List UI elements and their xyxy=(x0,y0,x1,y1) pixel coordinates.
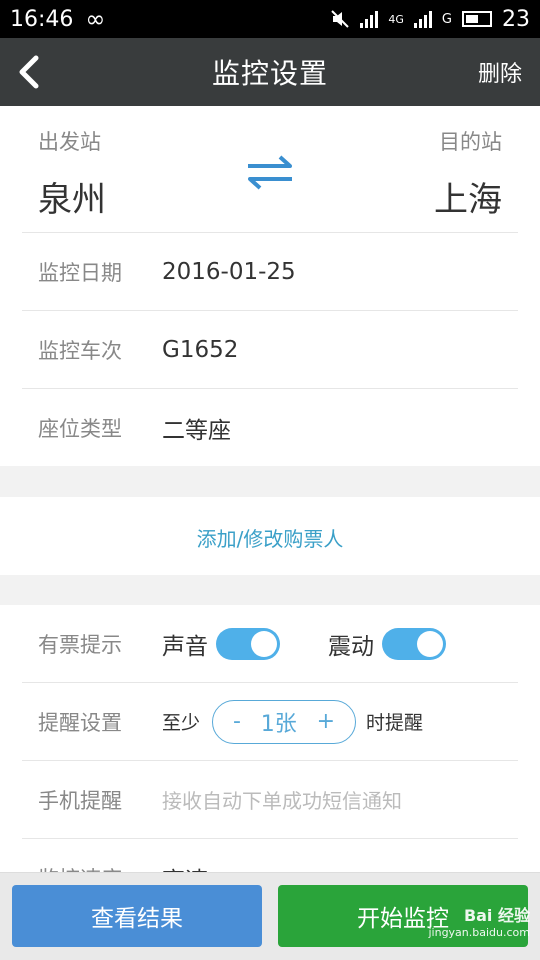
vibrate-toggle[interactable] xyxy=(382,627,446,660)
seat-row[interactable]: 座位类型 二等座 xyxy=(22,389,518,466)
sound-toggle[interactable] xyxy=(216,627,280,660)
watermark-url: jingyan.baidu.com xyxy=(428,926,530,939)
add-passenger-link[interactable]: 添加/修改购票人 xyxy=(0,523,540,552)
reminder-label: 提醒设置 xyxy=(38,710,122,735)
swap-stations-icon[interactable] xyxy=(244,154,296,190)
date-row[interactable]: 监控日期 2016-01-25 xyxy=(22,233,518,311)
date-value: 2016-01-25 xyxy=(162,258,296,285)
passenger-card: 添加/修改购票人 xyxy=(0,497,540,575)
ticket-alert-row: 有票提示 声音 震动 xyxy=(22,605,518,683)
baidu-watermark: Bai 经验 jingyan.baidu.com xyxy=(428,902,530,939)
reminder-suffix: 时提醒 xyxy=(366,712,424,734)
to-station[interactable]: 上海 xyxy=(434,172,502,221)
mute-icon xyxy=(331,10,350,28)
network-type-2: G xyxy=(441,11,452,27)
app-header: 监控设置 删除 xyxy=(0,38,540,106)
stepper-value: 1张 xyxy=(260,711,297,737)
status-bar: 16:46 ∞ 4G G 23 xyxy=(0,0,540,38)
ticket-count-stepper: - 1张 + xyxy=(212,699,357,744)
date-label: 监控日期 xyxy=(38,260,122,285)
vibrate-label: 震动 xyxy=(328,633,374,660)
battery-level: 23 xyxy=(502,6,530,32)
reminder-prefix: 至少 xyxy=(162,712,201,734)
from-station[interactable]: 泉州 xyxy=(38,172,106,221)
train-value: G1652 xyxy=(162,336,239,363)
delete-button[interactable]: 删除 xyxy=(478,56,522,88)
status-icons: 4G G 23 xyxy=(330,7,530,32)
infinity-icon: ∞ xyxy=(85,5,106,33)
signal-icon-2 xyxy=(413,10,432,28)
phone-alert-label: 手机提醒 xyxy=(38,788,122,813)
from-station-label: 出发站 xyxy=(38,130,101,154)
watermark-text: Bai 经验 xyxy=(463,906,530,925)
train-label: 监控车次 xyxy=(38,338,122,363)
page-title: 监控设置 xyxy=(211,57,328,90)
back-arrow-icon[interactable] xyxy=(14,54,44,90)
phone-alert-row[interactable]: 手机提醒 接收自动下单成功短信通知 xyxy=(22,761,518,839)
ticket-alert-label: 有票提示 xyxy=(38,632,122,657)
route-card: 出发站 泉州 目的站 上海 监控日期 2016-01-25 监控车次 G1652… xyxy=(0,106,540,466)
network-type: 4G xyxy=(388,12,404,26)
sound-label: 声音 xyxy=(162,633,208,660)
seat-label: 座位类型 xyxy=(38,416,122,441)
signal-icon xyxy=(360,10,379,28)
to-station-label: 目的站 xyxy=(439,130,502,154)
battery-icon xyxy=(462,11,492,27)
phone-alert-hint: 接收自动下单成功短信通知 xyxy=(162,789,402,813)
view-results-button[interactable]: 查看结果 xyxy=(12,885,262,947)
stepper-minus-button[interactable]: - xyxy=(233,709,241,734)
reminder-row: 提醒设置 至少 - 1张 + 时提醒 xyxy=(22,683,518,761)
status-time: 16:46 xyxy=(10,6,74,32)
alerts-card: 有票提示 声音 震动 提醒设置 至少 - 1张 + 时提醒 手机提醒 接收自动下… xyxy=(0,605,540,894)
seat-value: 二等座 xyxy=(162,417,231,444)
stepper-plus-button[interactable]: + xyxy=(317,709,335,734)
train-row[interactable]: 监控车次 G1652 xyxy=(22,311,518,389)
